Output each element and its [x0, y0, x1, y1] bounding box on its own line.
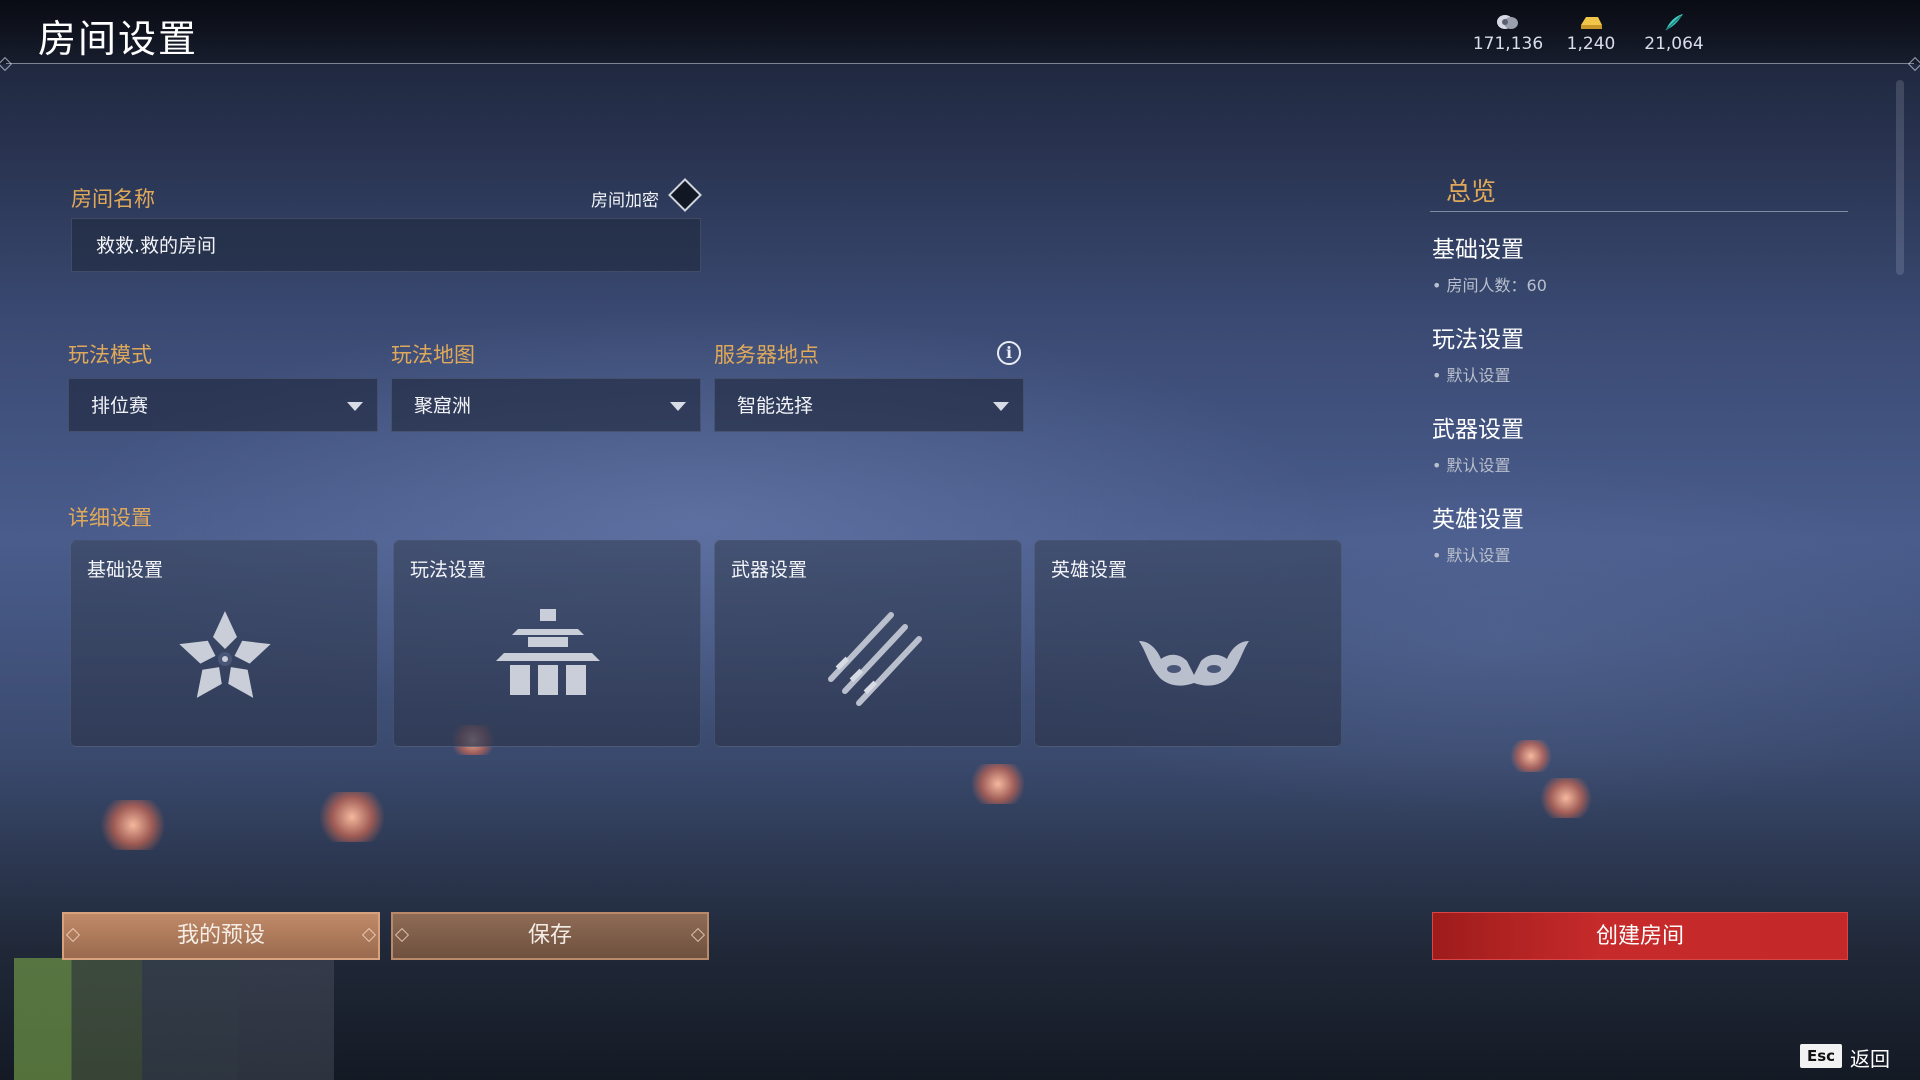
page-title: 房间设置 — [38, 17, 199, 61]
details-label: 详细设置 — [68, 506, 152, 530]
demon-mask-icon — [1129, 601, 1249, 711]
button-ornament — [394, 927, 410, 943]
card-label: 英雄设置 — [1051, 559, 1128, 581]
overview-basic-heading: 基础设置 — [1432, 237, 1524, 263]
room-name-label: 房间名称 — [71, 187, 155, 211]
overview-weapon-value: 默认设置 — [1446, 456, 1511, 475]
overview-gameplay-value: 默认设置 — [1446, 366, 1511, 385]
lantern-decoration — [968, 764, 1028, 804]
overview-weapon-item: • 默认设置 — [1432, 456, 1511, 475]
crossed-blades-icon — [809, 601, 929, 711]
button-ornament — [690, 927, 706, 943]
room-name-input[interactable]: 救救.救的房间 — [71, 218, 701, 272]
server-label: 服务器地点 — [714, 343, 819, 367]
card-label: 基础设置 — [87, 559, 164, 581]
map-label: 玩法地图 — [391, 343, 475, 367]
flower-icon — [165, 601, 285, 711]
map-select-value: 聚窟洲 — [414, 395, 472, 417]
currency-coins: 171,136 — [1463, 12, 1553, 54]
chevron-down-icon — [347, 402, 363, 411]
overview-hero-value: 默认设置 — [1446, 546, 1511, 565]
obscured-region — [14, 958, 334, 1080]
chevron-down-icon — [993, 402, 1009, 411]
mode-select[interactable]: 排位赛 — [68, 378, 378, 432]
overview-basic-value: 房间人数：60 — [1446, 276, 1547, 295]
overview-hero-item: • 默认设置 — [1432, 546, 1511, 565]
header-divider — [6, 63, 1914, 64]
overview-basic-item: • 房间人数：60 — [1432, 276, 1547, 295]
card-gameplay-settings[interactable]: 玩法设置 — [393, 540, 701, 747]
overview-title: 总览 — [1446, 177, 1497, 206]
jade-feather-icon — [1629, 12, 1719, 32]
scrollbar[interactable] — [1896, 80, 1904, 275]
gold-count: 1,240 — [1566, 34, 1616, 54]
overview-divider — [1430, 211, 1848, 212]
lantern-decoration — [1538, 778, 1594, 818]
mode-select-value: 排位赛 — [91, 395, 149, 417]
info-icon[interactable]: i — [997, 341, 1021, 365]
card-hero-settings[interactable]: 英雄设置 — [1034, 540, 1342, 747]
chevron-down-icon — [670, 402, 686, 411]
currency-gold: 1,240 — [1546, 12, 1636, 54]
card-weapon-settings[interactable]: 武器设置 — [714, 540, 1022, 747]
lantern-decoration — [98, 800, 168, 850]
card-basic-settings[interactable]: 基础设置 — [70, 540, 378, 747]
create-room-button[interactable]: 创建房间 — [1432, 912, 1848, 960]
jade-count: 21,064 — [1644, 34, 1704, 54]
esc-key-hint[interactable]: Esc — [1800, 1044, 1842, 1068]
back-label[interactable]: 返回 — [1850, 1043, 1890, 1072]
card-label: 武器设置 — [731, 559, 808, 581]
overview-gameplay-item: • 默认设置 — [1432, 366, 1511, 385]
map-select[interactable]: 聚窟洲 — [391, 378, 701, 432]
overview-gameplay-heading: 玩法设置 — [1432, 327, 1524, 353]
my-presets-label: 我的预设 — [176, 923, 265, 948]
lantern-decoration — [316, 792, 388, 842]
overview-hero-heading: 英雄设置 — [1432, 507, 1524, 533]
save-label: 保存 — [527, 923, 572, 948]
card-label: 玩法设置 — [410, 559, 487, 581]
mode-label: 玩法模式 — [68, 343, 152, 367]
currency-jade: 21,064 — [1629, 12, 1719, 54]
pagoda-icon — [488, 601, 608, 711]
server-select[interactable]: 智能选择 — [714, 378, 1024, 432]
server-select-value: 智能选择 — [737, 395, 814, 417]
gold-ingot-icon — [1546, 12, 1636, 32]
overview-weapon-heading: 武器设置 — [1432, 417, 1524, 443]
button-ornament — [65, 927, 81, 943]
lantern-decoration — [1508, 740, 1554, 772]
room-lock-toggle[interactable] — [668, 178, 702, 212]
room-lock-label: 房间加密 — [591, 191, 659, 211]
coin-stack-icon — [1463, 12, 1553, 32]
my-presets-button[interactable]: 我的预设 — [62, 912, 380, 960]
save-button[interactable]: 保存 — [391, 912, 709, 960]
button-ornament — [361, 927, 377, 943]
coin-count: 171,136 — [1472, 34, 1544, 54]
